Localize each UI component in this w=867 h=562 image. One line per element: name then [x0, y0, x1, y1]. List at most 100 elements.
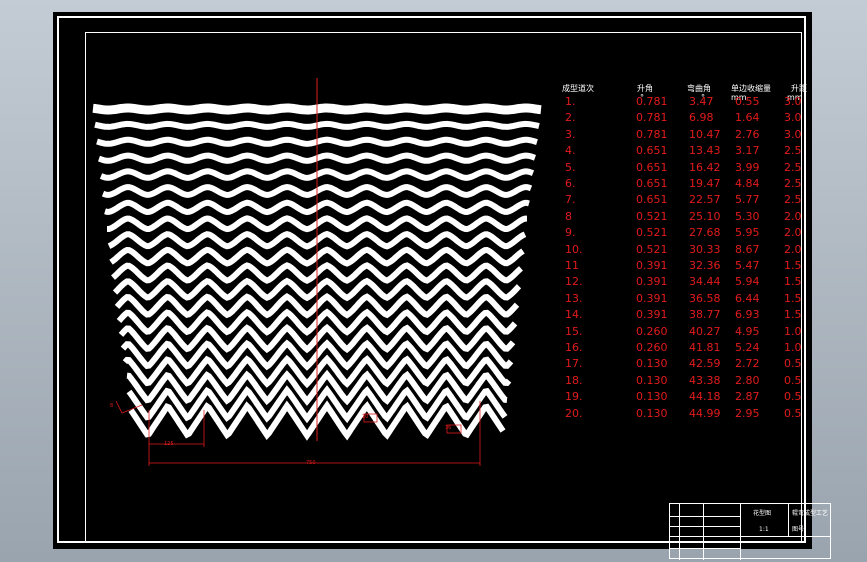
- table-cell: 2.5: [784, 177, 802, 190]
- table-cell: 2.: [565, 111, 576, 125]
- table-cell: 3.0: [784, 127, 802, 141]
- table-cell: 0.651: [636, 177, 668, 190]
- table-cell: 0.5: [784, 357, 802, 371]
- table-cell: 0.651: [636, 144, 668, 158]
- table-cell: 2.76: [735, 127, 760, 141]
- table-cell: 8: [565, 209, 572, 223]
- table-row: 16. 0.260 41.81 5.24 1.0: [565, 341, 815, 357]
- table-cell: 1.0: [784, 341, 802, 354]
- table-cell: 2.80: [735, 373, 760, 387]
- table-cell: 2.5: [784, 160, 802, 174]
- table-cell: 5.30: [735, 209, 760, 223]
- dim-mid: 20: [362, 414, 369, 420]
- table-cell: 0.5: [784, 373, 802, 387]
- outer-border: 成型道次 升角 弯曲角 单边收缩量 升距 ° ° mm mm 1. 0.781 3.…: [57, 16, 831, 560]
- table-cell: 0.260: [636, 341, 668, 354]
- table-cell: 19.: [565, 390, 583, 404]
- table-row: 6. 0.651 19.47 4.84 2.5: [565, 177, 815, 193]
- table-cell: 6.: [565, 177, 576, 190]
- table-cell: 1.5: [784, 275, 802, 289]
- table-cell: 2.0: [784, 242, 802, 256]
- table-cell: 1.: [565, 95, 576, 108]
- dim-right: 36: [445, 425, 452, 431]
- sheet-label: 图号: [792, 526, 805, 533]
- table-cell: 2.95: [735, 406, 760, 420]
- table-cell: 22.57: [689, 193, 721, 207]
- dim-pitch: 125: [164, 441, 174, 447]
- table-cell: 0.130: [636, 390, 668, 404]
- table-cell: 4.: [565, 144, 576, 158]
- table-cell: 36.58: [689, 291, 721, 305]
- table-cell: 2.87: [735, 390, 760, 404]
- table-cell: 0.391: [636, 308, 668, 322]
- table-cell: 3.: [565, 127, 576, 141]
- table-cell: 11: [565, 259, 579, 272]
- table-cell: 10.47: [689, 127, 721, 141]
- table-cell: 1.5: [784, 308, 802, 322]
- table-cell: 38.77: [689, 308, 721, 322]
- dim-left: 8: [110, 403, 114, 409]
- table-cell: 2.0: [784, 226, 802, 240]
- table-cell: 0.5: [784, 390, 802, 404]
- table-row: 10. 0.521 30.33 8.67 2.0: [565, 243, 815, 259]
- table-row: 4. 0.651 13.43 3.17 2.5: [565, 144, 815, 160]
- table-row: 9. 0.521 27.68 5.95 2.0: [565, 226, 815, 242]
- table-row: 17. 0.130 42.59 2.72 0.5: [565, 357, 815, 373]
- table-row: 5. 0.651 16.42 3.99 2.5: [565, 161, 815, 177]
- table-cell: 8.67: [735, 242, 760, 256]
- table-cell: 0.521: [636, 242, 668, 256]
- table-cell: 15.: [565, 324, 583, 338]
- table-cell: 2.5: [784, 144, 802, 158]
- table-cell: 0.651: [636, 160, 668, 174]
- table-cell: 42.59: [689, 357, 721, 371]
- table-cell: 1.5: [784, 291, 802, 305]
- table-cell: 12.: [565, 275, 583, 289]
- table-cell: 9.: [565, 226, 576, 240]
- table-cell: 0.391: [636, 259, 668, 272]
- table-cell: 5.47: [735, 259, 760, 272]
- header-bend-angle: 弯曲角: [687, 84, 711, 93]
- table-cell: 4.95: [735, 324, 760, 338]
- table-cell: 1.0: [784, 324, 802, 338]
- table-row: 14. 0.391 38.77 6.93 1.5: [565, 308, 815, 324]
- table-cell: 1.5: [784, 259, 802, 272]
- table-cell: 40.27: [689, 324, 721, 338]
- dim-span: 750: [306, 460, 316, 466]
- table-row: 18. 0.130 43.38 2.80 0.5: [565, 374, 815, 390]
- table-cell: 41.81: [689, 341, 721, 354]
- table-cell: 2.0: [784, 209, 802, 223]
- table-cell: 6.44: [735, 291, 760, 305]
- table-cell: 5.24: [735, 341, 760, 354]
- table-cell: 34.44: [689, 275, 721, 289]
- table-cell: 0.260: [636, 324, 668, 338]
- table-cell: 44.18: [689, 390, 721, 404]
- table-cell: 0.130: [636, 357, 668, 371]
- table-cell: 1.64: [735, 111, 760, 125]
- table-cell: 0.521: [636, 226, 668, 240]
- table-cell: 5.77: [735, 193, 760, 207]
- table-cell: 0.521: [636, 209, 668, 223]
- table-cell: 5.95: [735, 226, 760, 240]
- table-cell: 2.72: [735, 357, 760, 371]
- table-row: 2. 0.781 6.98 1.64 3.0: [565, 111, 815, 127]
- title-block: 花型图 辊弯成型工艺 图号 1:1: [669, 503, 831, 560]
- table-cell: 17.: [565, 357, 583, 371]
- table-row: 1. 0.781 3.47 0.55 3.0: [565, 95, 815, 111]
- scale: 1:1: [759, 526, 769, 533]
- table-row: 13. 0.391 36.58 6.44 1.5: [565, 292, 815, 308]
- table-cell: 3.0: [784, 111, 802, 125]
- company-name: 辊弯成型工艺: [792, 510, 829, 517]
- table-cell: 18.: [565, 373, 583, 387]
- table-cell: 0.5: [784, 406, 802, 420]
- table-cell: 6.93: [735, 308, 760, 322]
- table-cell: 32.36: [689, 259, 721, 272]
- table-row: 11 0.391 32.36 5.47 1.5: [565, 259, 815, 275]
- table-row: 3. 0.781 10.47 2.76 3.0: [565, 128, 815, 144]
- table-cell: 25.10: [689, 209, 721, 223]
- table-row: 7. 0.651 22.57 5.77 2.5: [565, 193, 815, 209]
- table-cell: 6.98: [689, 111, 714, 125]
- table-cell: 0.781: [636, 111, 668, 125]
- table-cell: 43.38: [689, 373, 721, 387]
- table-cell: 19.47: [689, 177, 721, 190]
- table-cell: 5.: [565, 160, 576, 174]
